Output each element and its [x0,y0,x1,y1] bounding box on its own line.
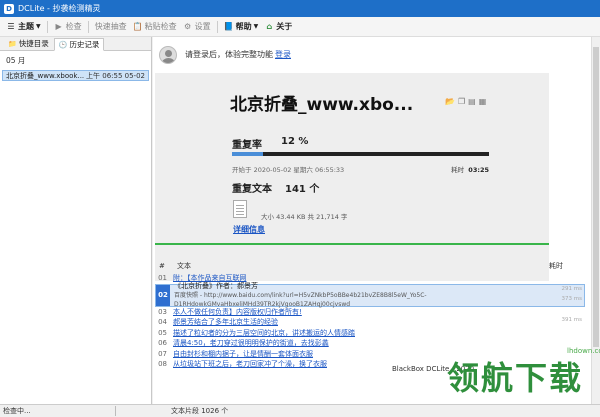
window-title: DCLite - 抄袭检测精灵 [18,4,101,13]
title-bar: D DCLite - 抄袭检测精灵 [0,0,600,17]
chevron-down-icon: ▼ [253,23,259,30]
toolbar-separator [46,20,48,33]
repeat-rate-value: 12 % [281,136,309,147]
list-item-selected[interactable]: 02 《北京折叠》作者：郝景芳 百度快照 - http://www.baidu.… [155,281,585,308]
list-header: # 文本 耗时 [155,260,585,272]
left-panel: 📁 快捷目录 🕒 历史记录 05 月 北京折叠_www.xbook... 上午 … [0,37,152,404]
quick-check-button[interactable]: 快速抽查 [92,18,130,36]
header-text: 文本 [177,262,191,270]
main-panel: 请登录后，体验完整功能 登录 北京折叠_www.xbo... 📂 ❐ ▤ ▦ 重… [153,37,600,404]
file-icon [233,200,247,218]
clock-icon: 🕒 [58,40,68,49]
help-book-icon: 📘 [223,22,234,31]
file-meta: 大小 43.44 KB 共 21,714 字 [261,213,348,221]
list-item[interactable]: 04 郝景芳结合了多年北京生活的经验 [155,317,585,328]
about-button[interactable]: ⌂ 关于 [261,18,295,36]
section-divider [155,243,549,245]
paste-check-button[interactable]: 📋 粘贴检查 [130,18,180,36]
status-right: 文本片段 1026 个 [171,407,229,415]
menu-icon: ☰ [7,22,15,31]
export-icon[interactable]: ▤ [468,97,476,106]
status-left: 检查中... [3,407,31,415]
header-time: 耗时 [549,262,563,270]
watermark: lhdown.com BlackBox DCLite - 2020 领航下载 [392,347,600,397]
timing-value: 373 ms [561,296,582,303]
detail-link[interactable]: 详细信息 [233,224,265,235]
repeat-rate-bar [232,152,489,156]
login-link[interactable]: 登录 [275,49,291,60]
tab-history[interactable]: 🕒 历史记录 [53,38,105,51]
header-num: # [159,262,165,270]
watermark-logo: 领航下载 [447,359,584,397]
timing-value: 391 ms [561,317,582,324]
help-button[interactable]: 📘 帮助 ▼ [221,18,262,36]
timing-value [544,273,584,284]
month-group-label: 05 月 [6,56,26,65]
report-summary: 北京折叠_www.xbo... 📂 ❐ ▤ ▦ 重复率 12 % 开始于 202… [155,73,549,281]
gear-icon: ⚙ [184,22,192,31]
history-item[interactable]: 北京折叠_www.xbook... 上午 06:55 05-02 [2,70,149,81]
folder-icon: 📁 [8,39,17,48]
login-bar: 请登录后，体验完整功能 登录 [153,37,600,72]
copy-icon[interactable]: ❐ [458,97,465,106]
elapsed-value: 03:25 [468,166,489,174]
history-item-date: 上午 06:55 05-02 [86,71,145,80]
login-prompt: 请登录后，体验完整功能 [185,50,273,59]
timing-value [544,305,584,316]
elapsed-label: 耗时 [451,166,465,174]
selected-item-url: 百度快照 - http://www.baidu.com/link?url=H5v… [174,291,427,308]
app-icon: D [4,3,14,14]
start-time: 开始于 2020-05-02 星期六 06:55:33 [232,166,345,174]
repeat-rate-bar-fill [232,152,263,156]
duplicate-text-count: 141 个 [285,184,320,195]
open-folder-icon[interactable]: 📂 [445,97,455,106]
repeat-rate-label: 重复率 [232,140,262,151]
status-bar: 检查中... 文本片段 1026 个 [0,404,600,417]
tab-quick-directory[interactable]: 📁 快捷目录 [3,37,54,50]
timing-value: 291 ms [561,285,582,292]
list-item[interactable]: 05 描述了粒幻者的分为三层空间的北京，讲述搬运的人情感踏 [155,328,585,339]
duplicate-text-label: 重复文本 [232,184,272,195]
list-item[interactable]: 03 本人不做任何负责】内容版权归作者所有! [155,307,585,318]
avatar[interactable] [159,45,177,64]
home-icon: ⌂ [266,22,273,31]
theme-menu-button[interactable]: ☰ 主题 ▼ [3,18,44,36]
toolbar-separator [87,20,89,33]
scrollbar-thumb[interactable] [593,47,599,347]
document-actions: 📂 ❐ ▤ ▦ [445,97,486,106]
toolbar: ☰ 主题 ▼ ▶ 检查 快速抽查 📋 粘贴检查 ⚙ 设置 📘 帮助 ▼ ⌂ 关于 [0,17,600,37]
settings-button[interactable]: ⚙ 设置 [180,18,214,36]
toolbar-separator [216,20,218,33]
chevron-down-icon: ▼ [36,23,41,30]
print-icon[interactable]: ▦ [479,97,487,106]
check-button[interactable]: ▶ 检查 [51,18,85,36]
check-meta: 开始于 2020-05-02 星期六 06:55:33 耗时 03:25 [232,164,489,174]
history-item-title: 北京折叠_www.xbook... [6,71,85,80]
play-icon: ▶ [55,22,62,31]
paste-icon: 📋 [132,22,143,31]
left-tabs: 📁 快捷目录 🕒 历史记录 [0,37,151,51]
document-title: 北京折叠_www.xbo... [230,95,414,115]
selected-item-title: 《北京折叠》作者：郝景芳 [174,281,258,290]
